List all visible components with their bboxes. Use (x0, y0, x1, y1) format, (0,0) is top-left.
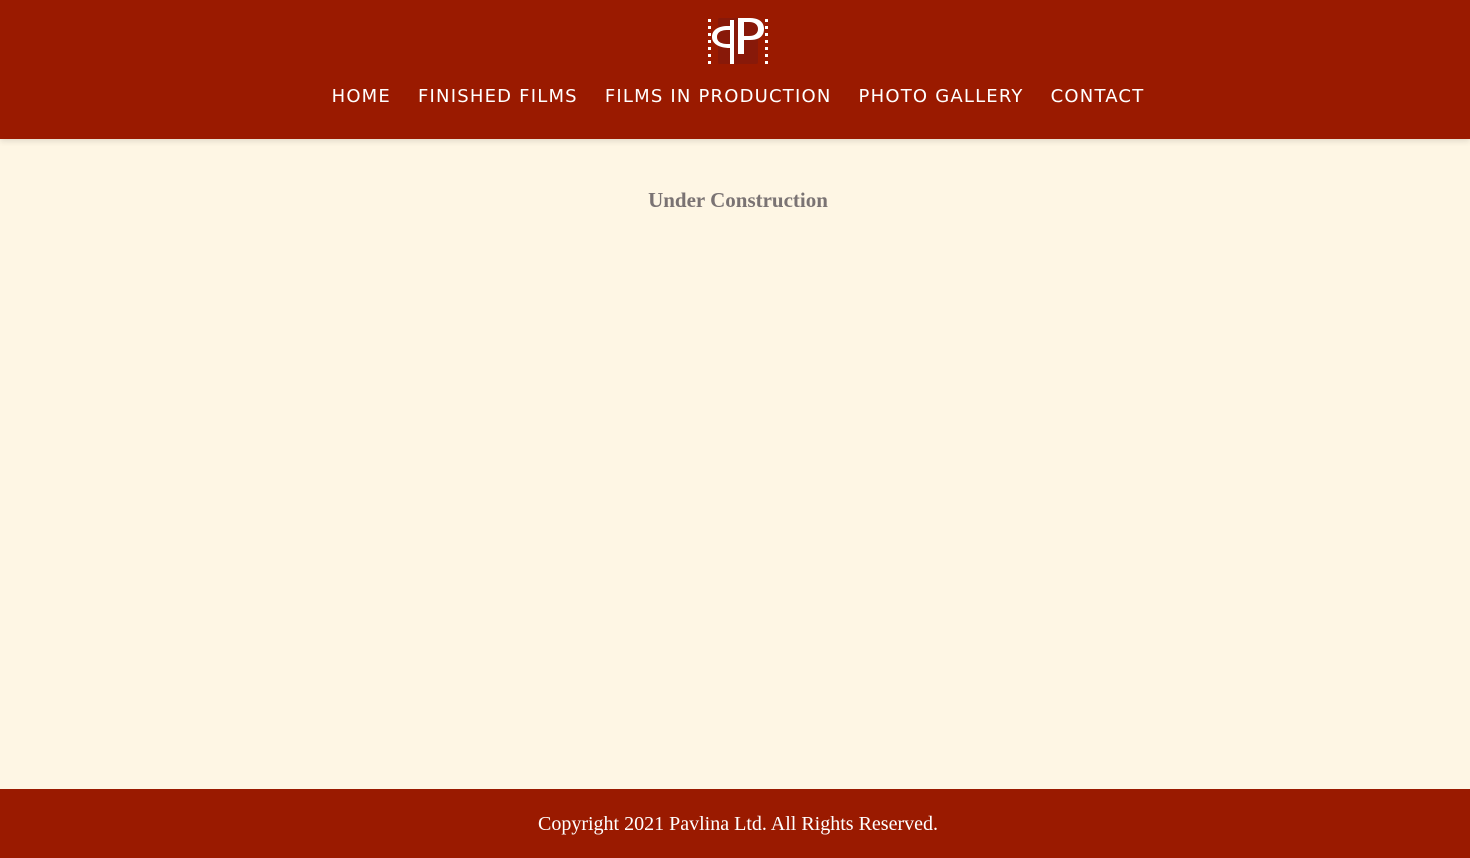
nav-photo-gallery[interactable]: PHOTO GALLERY (859, 84, 1024, 110)
site-footer: Copyright 2021 Pavlina Ltd. All Rights R… (0, 789, 1470, 858)
nav-contact[interactable]: CONTACT (1051, 84, 1145, 110)
pavlina-monogram-logo-icon (708, 18, 768, 64)
copyright-text: Copyright 2021 Pavlina Ltd. All Rights R… (538, 813, 938, 835)
site-header: HOME FINISHED FILMS FILMS IN PRODUCTION … (0, 0, 1470, 139)
nav-home[interactable]: HOME (332, 84, 391, 110)
site-logo[interactable] (708, 16, 768, 66)
nav-finished-films[interactable]: FINISHED FILMS (418, 84, 578, 110)
nav-films-in-production[interactable]: FILMS IN PRODUCTION (605, 84, 832, 110)
page-title: Under Construction (648, 188, 828, 212)
main-navigation: HOME FINISHED FILMS FILMS IN PRODUCTION … (0, 84, 1470, 110)
